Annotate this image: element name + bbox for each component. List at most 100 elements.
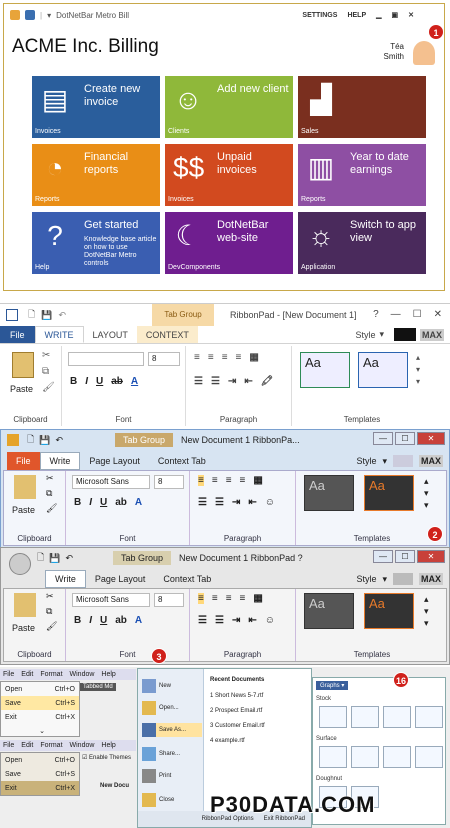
help-icon[interactable]: ? xyxy=(373,309,379,320)
expand-icon[interactable]: ⌄ xyxy=(1,724,79,738)
recent-doc[interactable]: 3 Customer Email.rtf xyxy=(210,719,265,734)
close-icon[interactable]: ✕ xyxy=(417,550,445,563)
bullets-icon[interactable]: ☰ xyxy=(194,376,203,387)
maximize-icon[interactable]: ☐ xyxy=(413,309,422,320)
paste-button[interactable]: Paste xyxy=(12,505,35,515)
paste-button[interactable]: Paste xyxy=(10,384,33,394)
save-icon[interactable]: 💾 xyxy=(39,435,50,446)
emoji-icon[interactable]: ☺ xyxy=(265,497,275,508)
template-green[interactable]: Aa xyxy=(300,352,350,388)
backstage-close[interactable]: Close xyxy=(142,793,174,807)
bullets-icon[interactable]: ☰ xyxy=(198,615,207,626)
minimize-icon[interactable]: — xyxy=(391,309,401,320)
tab-write[interactable]: WRITE xyxy=(34,326,84,343)
gallery-scroll[interactable]: ▴ ▾ ▾ xyxy=(424,593,429,629)
stock-chart-option[interactable] xyxy=(351,706,379,728)
tab-context[interactable]: Context Tab xyxy=(149,452,215,470)
style-swatch[interactable] xyxy=(393,573,413,585)
tab-layout[interactable]: LAYOUT xyxy=(84,326,137,343)
indent-icon[interactable]: ⇥ xyxy=(228,376,236,387)
outdent-icon[interactable]: ⇤ xyxy=(248,497,256,508)
italic-icon[interactable]: I xyxy=(89,497,92,508)
menu-edit[interactable]: Edit xyxy=(21,671,33,678)
tile-invoices[interactable]: $$ Unpaid invoices Invoices xyxy=(165,144,293,206)
align-right-icon[interactable]: ≡ xyxy=(226,475,232,486)
justify-icon[interactable]: ≡ xyxy=(236,352,242,363)
align-right-icon[interactable]: ≡ xyxy=(226,593,232,604)
justify-icon[interactable]: ≡ xyxy=(240,593,246,604)
settings-link[interactable]: SETTINGS xyxy=(302,12,337,19)
strikethrough-icon[interactable]: ab xyxy=(111,376,123,387)
menu-item-exit[interactable]: Exit Ctrl+X xyxy=(1,781,79,795)
align-center-icon[interactable]: ≡ xyxy=(212,475,218,486)
max-button[interactable]: MAX xyxy=(419,455,443,467)
minimize-icon[interactable]: ▁ xyxy=(376,11,381,19)
new-doc-icon[interactable]: 🗋 xyxy=(28,307,35,323)
menu-window[interactable]: Window xyxy=(70,742,95,749)
tab-file[interactable]: File xyxy=(7,452,40,470)
surface-chart-option[interactable] xyxy=(319,746,347,768)
indent-icon[interactable]: ⇥ xyxy=(232,497,240,508)
table-icon[interactable]: ▦ xyxy=(249,352,258,363)
emoji-icon[interactable]: ☺ xyxy=(265,615,275,626)
underline-icon[interactable]: U xyxy=(100,497,107,508)
underline-icon[interactable]: U xyxy=(100,615,107,626)
menu-format[interactable]: Format xyxy=(40,671,62,678)
backstage-share[interactable]: Share... xyxy=(142,747,180,761)
undo-icon[interactable]: ↶ xyxy=(55,435,63,446)
tile-clients[interactable]: ☺ Add new client Clients xyxy=(165,76,293,138)
align-left-icon[interactable]: ≡ xyxy=(194,352,200,363)
minimize-icon[interactable]: — xyxy=(373,550,393,563)
font-name-field[interactable]: Microsoft Sans xyxy=(72,475,150,489)
save-icon[interactable]: 💾 xyxy=(41,310,52,321)
menu-item-save[interactable]: Save Ctrl+S xyxy=(1,767,79,781)
tabbed-mdi-label[interactable]: Tabbed Md xyxy=(80,683,116,691)
font-size-field[interactable]: 8 xyxy=(154,593,184,607)
menu-help[interactable]: Help xyxy=(101,671,115,678)
minimize-icon[interactable]: — xyxy=(373,432,393,445)
numbering-icon[interactable]: ☰ xyxy=(211,376,220,387)
gallery-scroll[interactable]: ▴ ▾ ▾ xyxy=(416,352,420,388)
close-icon[interactable]: ✕ xyxy=(417,432,445,445)
indent-icon[interactable]: ⇥ xyxy=(232,615,240,626)
align-left-icon[interactable]: ≡ xyxy=(198,593,204,604)
backstage-open[interactable]: Open... xyxy=(142,701,179,715)
style-label[interactable]: Style xyxy=(356,574,376,584)
backstage-print[interactable]: Print xyxy=(142,769,171,783)
qat-dropdown-icon[interactable]: ▾ xyxy=(47,11,51,20)
cut-icon[interactable]: ✂ xyxy=(42,350,50,361)
font-color-icon[interactable]: A xyxy=(135,497,142,508)
tile-reports[interactable]: ▥ Year to date earnings Reports xyxy=(298,144,426,206)
bold-icon[interactable]: B xyxy=(74,497,81,508)
bold-icon[interactable]: B xyxy=(70,376,77,387)
recent-doc[interactable]: 1 Short News 5-7.rtf xyxy=(210,689,265,704)
template-dark[interactable]: Aa xyxy=(304,475,354,511)
bold-icon[interactable]: B xyxy=(74,615,81,626)
paste-icon[interactable] xyxy=(14,593,36,617)
recent-doc[interactable]: 4 example.rtf xyxy=(210,734,265,749)
template-orange[interactable]: Aa xyxy=(364,475,414,511)
cut-icon[interactable]: ✂ xyxy=(46,591,54,602)
tile-devcomponents[interactable]: ☾ DotNetBar web-site DevComponents xyxy=(165,212,293,274)
surface-chart-option[interactable] xyxy=(351,746,379,768)
outdent-icon[interactable]: ⇤ xyxy=(248,615,256,626)
tab-page-layout[interactable]: Page Layout xyxy=(86,570,155,588)
table-icon[interactable]: ▦ xyxy=(253,593,262,604)
font-size-field[interactable]: 8 xyxy=(148,352,180,366)
user-info[interactable]: Téa Smith xyxy=(384,42,404,62)
tab-context[interactable]: CONTEXT xyxy=(136,326,198,343)
max-button[interactable]: MAX xyxy=(419,573,443,585)
template-blue[interactable]: Aa xyxy=(358,352,408,388)
tile-sales[interactable]: ▟ Sales xyxy=(298,76,426,138)
format-painter-icon[interactable]: 🖌 xyxy=(42,382,55,393)
undo-icon[interactable]: ↶ xyxy=(65,553,73,564)
grid-icon[interactable] xyxy=(25,10,35,20)
tab-write[interactable]: Write xyxy=(39,452,81,470)
help-link[interactable]: HELP xyxy=(347,12,366,19)
outdent-icon[interactable]: ⇤ xyxy=(244,376,252,387)
tile-invoices[interactable]: ▤ Create new invoice Invoices xyxy=(32,76,160,138)
bullets-icon[interactable]: ☰ xyxy=(198,497,207,508)
format-painter-icon[interactable]: 🖌 xyxy=(46,621,57,632)
menu-item-open[interactable]: Open Ctrl+O xyxy=(1,753,79,767)
tile-application[interactable]: ☼ Switch to app view Application xyxy=(298,212,426,274)
